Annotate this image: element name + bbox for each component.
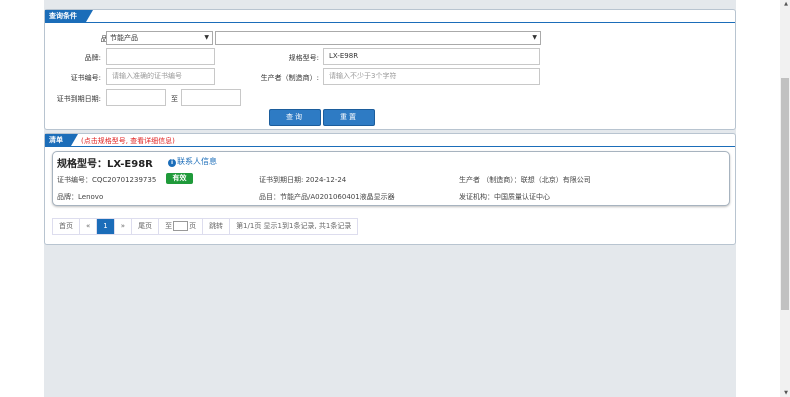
goto-page-input[interactable] <box>173 221 189 231</box>
manufacturer-value: 生产者 （制造商）：联想（北京）有限公司 <box>459 176 591 184</box>
contact-link[interactable]: i 联系人信息 <box>168 156 217 167</box>
issuer-value: 发证机构：中国质量认证中心 <box>459 193 550 201</box>
scroll-up-icon[interactable]: ▲ <box>784 1 788 7</box>
expiry-end-input[interactable] <box>181 89 241 106</box>
reset-button[interactable]: 重置 <box>323 109 375 126</box>
category-value: 品目：节能产品/A0201060401液晶显示器 <box>259 193 395 201</box>
cert-no-input[interactable]: 请输入准确的证书编号 <box>106 68 215 85</box>
prev-page-button[interactable]: « <box>80 219 98 234</box>
goto-button[interactable]: 跳转 <box>203 219 231 234</box>
list-tab: 清单 <box>45 134 78 146</box>
cert-no-label: 证书编号: <box>70 74 101 82</box>
model-input[interactable]: LX-E98R <box>323 48 540 65</box>
cert-no-value: 证书编号：CQC20701239735 <box>57 176 157 184</box>
next-page-button[interactable]: » <box>114 219 133 234</box>
status-badge: 有效 <box>166 173 193 184</box>
goto-suffix: 页 <box>189 222 197 230</box>
brand-label: 品牌: <box>84 54 101 62</box>
model-label: 规格型号: <box>288 54 319 62</box>
search-button[interactable]: 查询 <box>269 109 321 126</box>
page-summary: 第1/1页 显示1到1条记录, 共1条记录 <box>230 219 358 234</box>
list-tab-line <box>45 146 735 147</box>
chevron-down-icon: ▼ <box>204 34 209 41</box>
category-select-value: 节能产品 <box>110 34 138 42</box>
last-page-button[interactable]: 尾页 <box>132 219 160 234</box>
current-page-button[interactable]: 1 <box>97 219 115 234</box>
brand-input[interactable] <box>106 48 215 65</box>
contact-label: 联系人信息 <box>177 157 217 166</box>
scroll-down-icon[interactable]: ▼ <box>784 390 788 396</box>
list-hint: (点击规格型号, 查看详细信息) <box>81 137 175 145</box>
scrollbar[interactable]: ▲ ▼ <box>780 0 790 397</box>
expiry-value: 证书到期日期: 2024-12-24 <box>259 176 347 184</box>
expiry-label: 证书到期日期: <box>56 95 101 103</box>
chevron-down-icon: ▼ <box>532 34 537 41</box>
list-panel: 清单 (点击规格型号, 查看详细信息) 规格型号：LX-E98R i 联系人信息 … <box>44 133 736 245</box>
query-panel: 查询条件 品目: 节能产品 ▼ ▼ 品牌: 规格型号: LX-E98R 证书编号… <box>44 9 736 130</box>
goto-prefix: 至 <box>165 222 173 230</box>
info-icon: i <box>168 159 176 167</box>
expiry-start-input[interactable] <box>106 89 166 106</box>
first-page-button[interactable]: 首页 <box>53 219 80 234</box>
category-select[interactable]: 节能产品 ▼ <box>106 31 213 45</box>
subcategory-select[interactable]: ▼ <box>215 31 541 45</box>
manufacturer-input[interactable]: 请输入不少于3个字符 <box>323 68 540 85</box>
query-tab: 查询条件 <box>45 10 93 22</box>
model-link[interactable]: 规格型号：LX-E98R <box>57 155 153 170</box>
query-tab-line <box>45 22 735 23</box>
brand-value: 品牌：Lenovo <box>57 193 104 201</box>
manufacturer-label: 生产者（制造商）: <box>260 74 319 82</box>
scrollbar-thumb[interactable] <box>781 78 789 310</box>
goto-page: 至页 <box>159 219 204 234</box>
list-item: 规格型号：LX-E98R i 联系人信息 证书编号：CQC20701239735 … <box>52 151 730 206</box>
expiry-sep: 至 <box>171 95 178 103</box>
pagination: 首页 « 1 » 尾页 至页 跳转 第1/1页 显示1到1条记录, 共1条记录 <box>52 218 359 235</box>
